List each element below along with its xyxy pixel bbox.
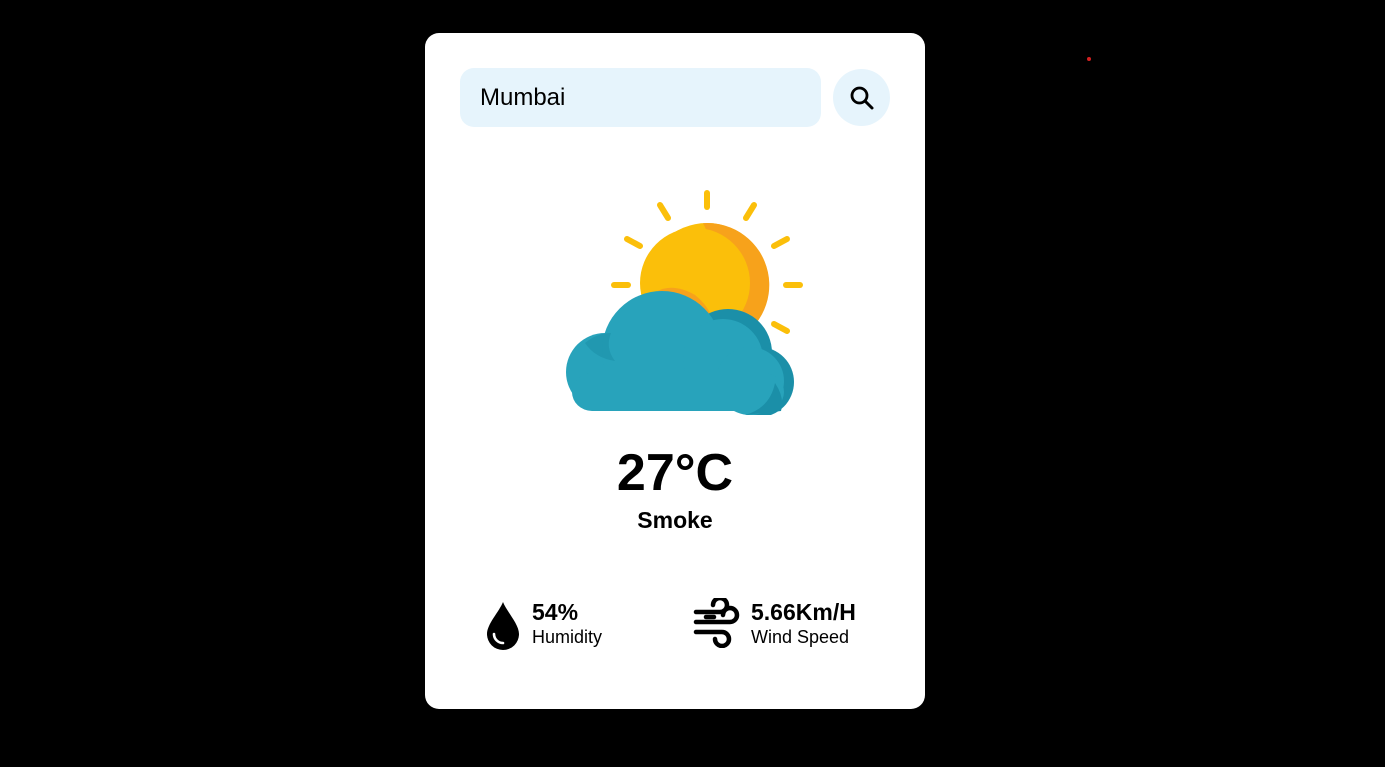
wind-icon — [693, 598, 740, 648]
search-button[interactable] — [833, 69, 890, 126]
temperature-value: 27°C — [616, 444, 734, 502]
search-icon — [850, 86, 873, 109]
red-dot-marker — [1087, 57, 1091, 61]
wind-speed-value: 5.66Km/H — [751, 599, 856, 625]
sun-cloud-icon — [566, 190, 803, 415]
humidity-stat: 54% Humidity — [485, 596, 625, 656]
weather-condition: Smoke — [637, 507, 713, 533]
city-search-input[interactable] — [460, 68, 821, 127]
weather-card: 27°C Smoke 54% Humidity 5.66Km/H Wind Sp… — [425, 33, 925, 709]
wind-speed-label: Wind Speed — [751, 627, 850, 647]
humidity-label: Humidity — [532, 627, 603, 647]
water-drop-icon — [487, 602, 519, 650]
humidity-value: 54% — [532, 599, 579, 625]
wind-stat: 5.66Km/H Wind Speed — [692, 596, 892, 656]
